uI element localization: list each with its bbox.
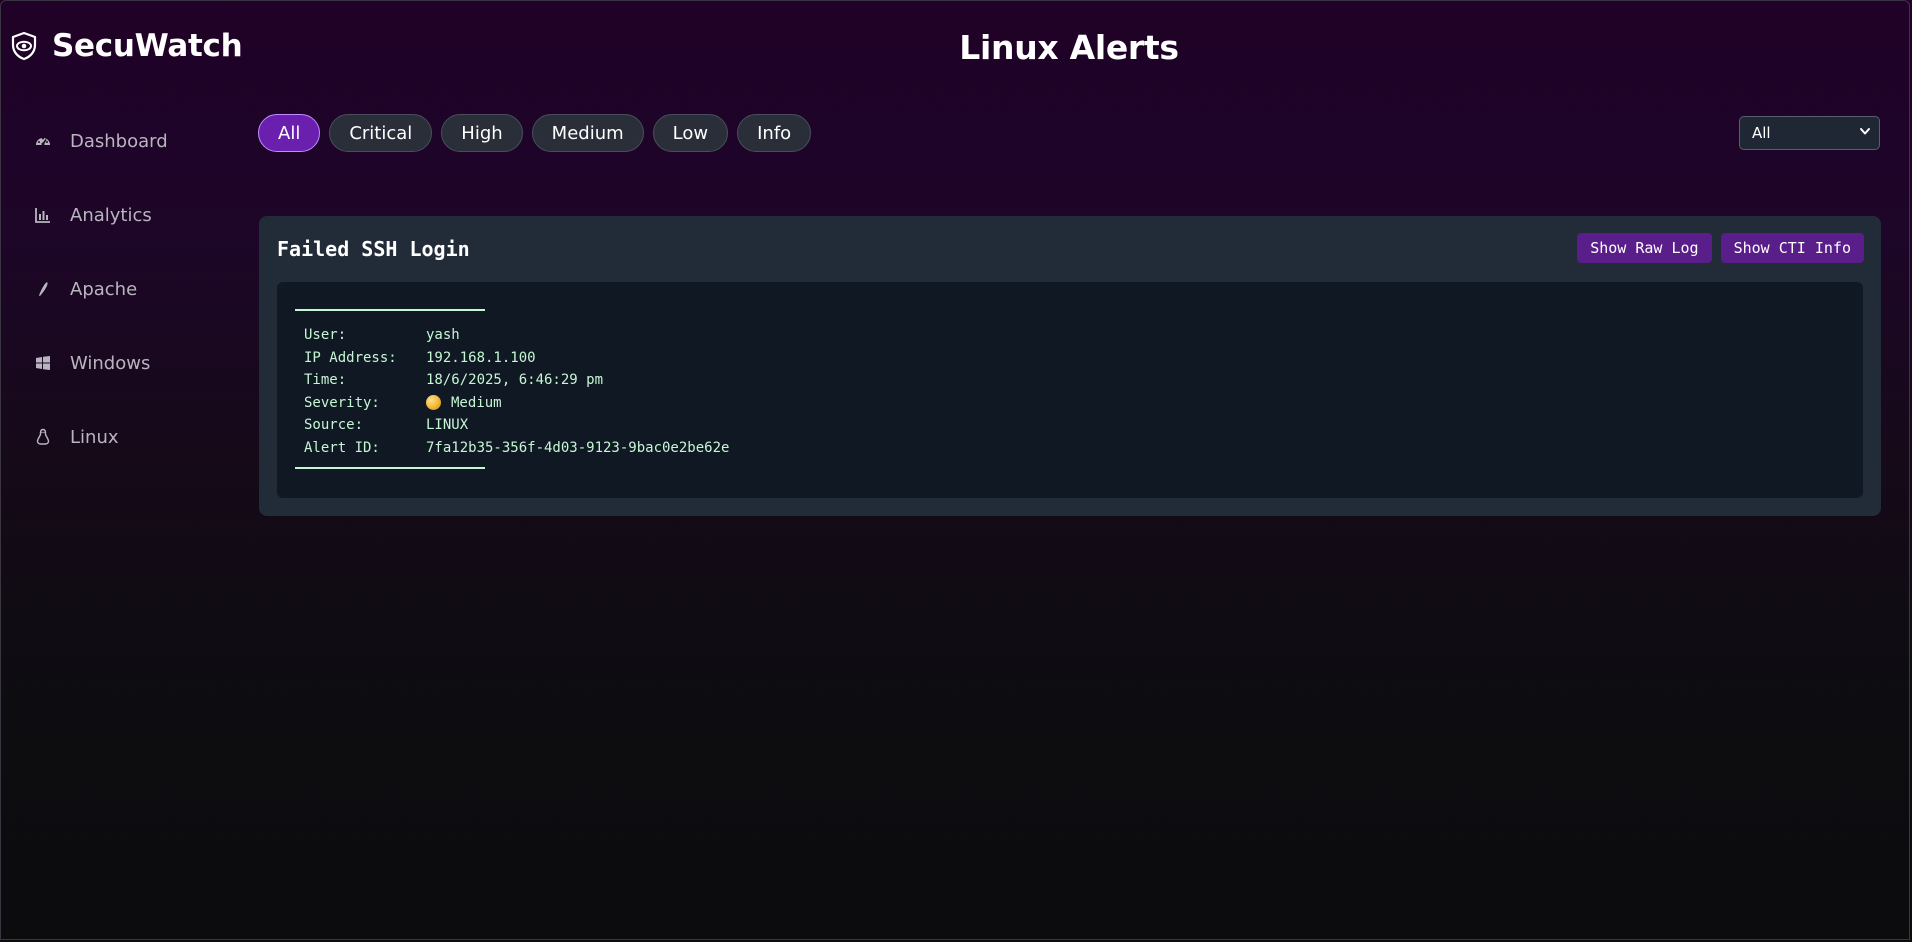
field-value: 7fa12b35-356f-4d03-9123-9bac0e2be62e bbox=[426, 439, 730, 456]
bar-chart-icon bbox=[34, 206, 52, 224]
sidebar-item-apache[interactable]: Apache bbox=[0, 252, 240, 326]
filter-high-button[interactable]: High bbox=[441, 114, 523, 152]
source-select[interactable]: All bbox=[1739, 116, 1880, 150]
linux-icon bbox=[34, 428, 52, 446]
source-select-value: All bbox=[1752, 124, 1771, 142]
alert-card: Failed SSH Login Show Raw Log Show CTI I… bbox=[259, 216, 1881, 516]
field-source: Source: LINUX bbox=[304, 414, 729, 437]
severity-filter-bar: All Critical High Medium Low Info bbox=[258, 114, 812, 152]
field-ip-address: IP Address: 192.168.1.100 bbox=[304, 347, 729, 370]
field-value: LINUX bbox=[426, 417, 469, 434]
field-value: 192.168.1.100 bbox=[426, 349, 536, 366]
filter-critical-button[interactable]: Critical bbox=[329, 114, 433, 152]
divider bbox=[295, 467, 485, 469]
page-title: Linux Alerts bbox=[959, 28, 1179, 67]
alert-fields: User: yash IP Address: 192.168.1.100 Tim… bbox=[304, 324, 729, 459]
alert-title: Failed SSH Login bbox=[277, 237, 470, 261]
sidebar: Dashboard Analytics Apache Windows Linux bbox=[0, 104, 240, 474]
severity-value: Medium bbox=[451, 394, 502, 411]
field-value: Medium bbox=[426, 395, 502, 411]
sidebar-item-label: Analytics bbox=[70, 204, 152, 226]
divider bbox=[295, 309, 485, 311]
field-label: Source: bbox=[304, 417, 364, 434]
field-label: IP Address: bbox=[304, 349, 397, 366]
gauge-icon bbox=[34, 132, 52, 150]
sidebar-item-label: Linux bbox=[70, 426, 119, 448]
sidebar-item-label: Dashboard bbox=[70, 130, 168, 152]
alert-actions: Show Raw Log Show CTI Info bbox=[1577, 233, 1864, 263]
field-time: Time: 18/6/2025, 6:46:29 pm bbox=[304, 369, 729, 392]
sidebar-item-label: Apache bbox=[70, 278, 138, 300]
sidebar-item-analytics[interactable]: Analytics bbox=[0, 178, 240, 252]
field-value: 18/6/2025, 6:46:29 pm bbox=[426, 372, 604, 389]
medium-severity-dot-icon bbox=[426, 395, 441, 411]
windows-icon bbox=[34, 354, 52, 372]
feather-icon bbox=[34, 280, 52, 298]
chevron-down-icon bbox=[1858, 124, 1872, 142]
sidebar-item-windows[interactable]: Windows bbox=[0, 326, 240, 400]
field-user: User: yash bbox=[304, 324, 729, 347]
sidebar-item-label: Windows bbox=[70, 352, 151, 374]
field-alert-id: Alert ID: 7fa12b35-356f-4d03-9123-9bac0e… bbox=[304, 437, 729, 460]
filter-medium-button[interactable]: Medium bbox=[531, 114, 644, 152]
filter-info-button[interactable]: Info bbox=[737, 114, 812, 152]
show-raw-log-button[interactable]: Show Raw Log bbox=[1577, 233, 1712, 263]
alert-details-box: User: yash IP Address: 192.168.1.100 Tim… bbox=[277, 282, 1863, 498]
show-cti-info-button[interactable]: Show CTI Info bbox=[1720, 233, 1864, 263]
filter-low-button[interactable]: Low bbox=[652, 114, 729, 152]
sidebar-item-dashboard[interactable]: Dashboard bbox=[0, 104, 240, 178]
field-label: Time: bbox=[304, 372, 347, 389]
field-label: Alert ID: bbox=[304, 439, 380, 456]
field-value: yash bbox=[426, 327, 460, 344]
field-label: User: bbox=[304, 327, 347, 344]
field-severity: Severity: Medium bbox=[304, 392, 729, 415]
sidebar-item-linux[interactable]: Linux bbox=[0, 400, 240, 474]
filter-all-button[interactable]: All bbox=[258, 114, 321, 152]
field-label: Severity: bbox=[304, 394, 380, 411]
